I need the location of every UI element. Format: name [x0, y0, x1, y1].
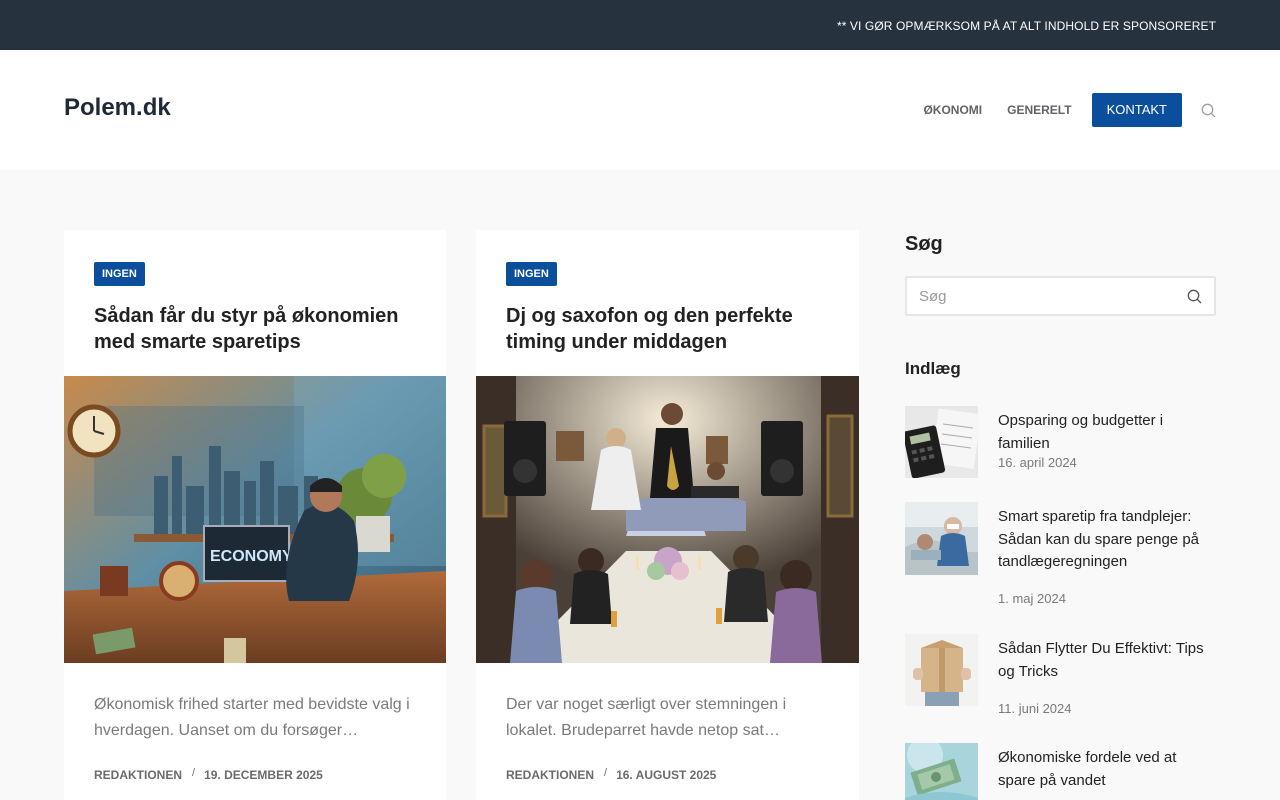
site-header: Polem.dk ØKONOMI GENERELT KONTAKT	[0, 50, 1280, 170]
article-author[interactable]: REDAKTIONEN	[94, 768, 182, 782]
nav-link-generelt[interactable]: GENERELT	[1007, 103, 1071, 117]
sponsored-notice: ** VI GØR OPMÆRKSOM PÅ AT ALT INDHOLD ER…	[836, 19, 1216, 33]
article-title[interactable]: Dj og saxofon og den perfekte timing und…	[506, 303, 836, 355]
article-date: 16. AUGUST 2025	[616, 768, 717, 782]
article-excerpt: Økonomisk frihed starter med bevidste va…	[94, 696, 410, 739]
post-date: 1. maj 2024	[998, 591, 1066, 606]
article-title[interactable]: Sådan får du styr på økonomien med smart…	[94, 303, 424, 355]
category-badge[interactable]: INGEN	[94, 262, 145, 286]
article-image[interactable]: ECONOMY	[64, 376, 446, 663]
article-meta: REDAKTIONEN / 19. DECEMBER 2025	[94, 767, 323, 782]
post-date: 16. april 2024	[998, 455, 1077, 470]
category-badge[interactable]: INGEN	[506, 262, 557, 286]
site-logo[interactable]: Polem.dk	[64, 94, 171, 122]
article-card: INGEN Dj og saxofon og den perfekte timi…	[476, 230, 859, 800]
article-image[interactable]	[476, 376, 859, 663]
main-navigation: ØKONOMI GENERELT KONTAKT	[923, 93, 1216, 127]
post-title[interactable]: Opsparing og budgetter i familien	[998, 410, 1218, 455]
article-excerpt: Der var noget særligt over stemningen i …	[506, 696, 787, 739]
sidebar-search-form	[905, 276, 1216, 316]
search-widget-heading: Søg	[905, 233, 943, 255]
contact-button[interactable]: KONTAKT	[1091, 93, 1182, 127]
post-thumbnail[interactable]	[905, 634, 978, 706]
article-meta: REDAKTIONEN / 16. AUGUST 2025	[506, 767, 717, 782]
post-thumbnail[interactable]	[905, 406, 978, 478]
article-date: 19. DECEMBER 2025	[204, 768, 323, 782]
top-notice-bar: ** VI GØR OPMÆRKSOM PÅ AT ALT INDHOLD ER…	[0, 0, 1280, 50]
post-title[interactable]: Smart sparetip fra tandplejer: Sådan kan…	[998, 506, 1218, 574]
post-thumbnail[interactable]	[905, 743, 978, 800]
post-thumbnail[interactable]	[905, 502, 978, 575]
article-author[interactable]: REDAKTIONEN	[506, 768, 594, 782]
meta-separator: /	[192, 767, 196, 779]
posts-widget-heading: Indlæg	[905, 359, 961, 378]
post-title[interactable]: Sådan Flytter Du Effektivt: Tips og Tric…	[998, 638, 1218, 683]
nav-link-okonomi[interactable]: ØKONOMI	[923, 103, 982, 117]
economy-screen-text: ECONOMY	[210, 548, 293, 565]
post-title[interactable]: Økonomiske fordele ved at spare på vande…	[998, 747, 1218, 792]
search-icon[interactable]	[1201, 103, 1216, 118]
article-card: INGEN Sådan får du styr på økonomien med…	[64, 230, 446, 800]
meta-separator: /	[604, 767, 608, 779]
sidebar-search-input[interactable]	[907, 278, 1167, 314]
search-icon[interactable]	[1187, 289, 1202, 304]
post-date: 11. juni 2024	[998, 701, 1072, 716]
